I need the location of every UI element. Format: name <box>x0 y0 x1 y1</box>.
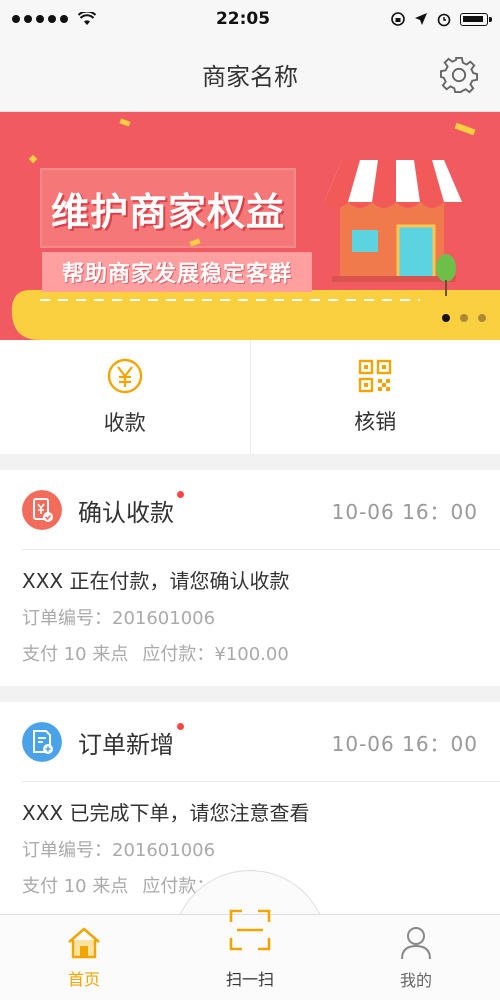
wifi-icon <box>78 12 96 25</box>
signal-indicator <box>12 12 96 26</box>
points-text: 支付 10 来点 <box>22 876 129 897</box>
tree-illustration <box>436 254 456 296</box>
order-number: 订单编号：201601006 <box>22 840 216 861</box>
tab-scan-label: 扫一扫 <box>225 970 274 989</box>
tab-scan[interactable]: 扫一扫 <box>190 900 310 1000</box>
status-bar: 22:05 <box>0 0 500 38</box>
notification-message: XXX 正在付款，请您确认收款 <box>22 569 290 593</box>
banner-subtitle: 帮助商家发展稳定客群 <box>42 252 312 292</box>
battery-icon <box>460 12 492 26</box>
new-order-icon <box>22 722 62 762</box>
gear-icon[interactable] <box>440 56 478 94</box>
tab-home[interactable]: 首页 <box>24 915 144 1000</box>
banner-title: 维护商家权益 <box>50 189 285 234</box>
points-text: 支付 10 来点 <box>22 644 129 665</box>
quick-actions: 收款 核销 <box>0 340 500 454</box>
yen-circle-icon <box>107 358 142 394</box>
notification-time: 10-06 16：00 <box>331 731 478 756</box>
promo-banner[interactable]: 维护商家权益 帮助商家发展稳定客群 <box>0 112 500 340</box>
verify-button[interactable]: 核销 <box>249 340 500 454</box>
page-dot[interactable] <box>442 314 450 322</box>
notification-title: 确认收款 <box>78 490 184 528</box>
banner-pagination[interactable] <box>442 314 486 322</box>
confetti <box>119 118 131 127</box>
page-dot[interactable] <box>478 314 486 322</box>
home-icon <box>68 927 100 959</box>
payment-confirm-icon <box>22 490 62 530</box>
alarm-icon <box>437 13 451 27</box>
notification-title-text: 确认收款 <box>78 498 174 527</box>
scan-icon <box>229 909 271 951</box>
location-icon <box>415 13 427 25</box>
tab-me-label: 我的 <box>399 971 432 990</box>
confetti <box>28 154 38 164</box>
notification-message: XXX 已完成下单，请您注意查看 <box>22 801 310 825</box>
top-nav-bar: 商家名称 <box>0 38 500 112</box>
verify-label: 核销 <box>354 410 397 434</box>
qrcode-icon <box>359 359 392 393</box>
unread-dot <box>177 490 184 498</box>
notification-title-text: 订单新增 <box>78 730 174 759</box>
page-dot[interactable] <box>460 314 468 322</box>
payment-details: 支付 10 来点应付款：¥100.00 <box>22 642 478 668</box>
receive-payment-button[interactable]: 收款 <box>0 340 250 454</box>
tab-me[interactable]: 我的 <box>356 915 476 1000</box>
notification-time: 10-06 16：00 <box>331 499 478 524</box>
order-number: 订单编号：201601006 <box>22 608 216 629</box>
notification-title: 订单新增 <box>78 722 184 760</box>
status-time: 22:05 <box>215 9 271 29</box>
notification-card[interactable]: 确认收款 10-06 16：00 XXX 正在付款，请您确认收款 订单编号：20… <box>0 470 500 686</box>
tab-home-label: 首页 <box>67 970 100 989</box>
receive-payment-label: 收款 <box>103 411 146 435</box>
rotation-lock-icon <box>391 12 405 26</box>
amount-text: 应付款：¥100.00 <box>142 644 289 665</box>
page-title: 商家名称 <box>202 63 298 91</box>
confetti <box>454 122 476 136</box>
banner-sign: 维护商家权益 <box>40 168 296 248</box>
unread-dot <box>177 722 184 730</box>
user-icon <box>401 927 431 960</box>
